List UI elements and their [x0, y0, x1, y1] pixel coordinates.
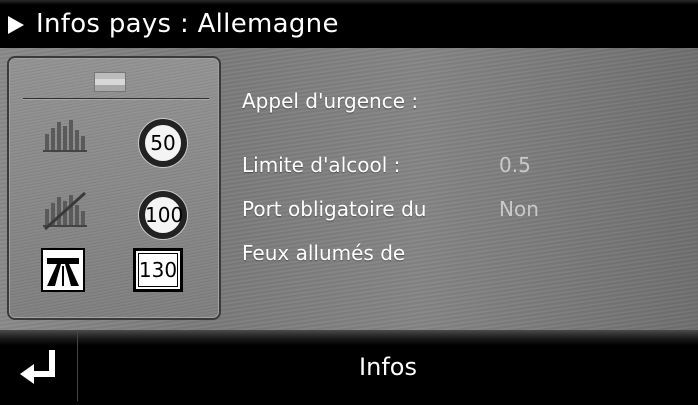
lights-label: Feux allumés de: [242, 241, 406, 265]
panel-divider: [23, 98, 209, 99]
play-triangle-icon: [8, 16, 24, 34]
alcohol-value: 0.5: [499, 153, 531, 177]
mandatory-value: Non: [499, 197, 539, 221]
title-bar: Infos pays : Allemagne: [0, 0, 698, 48]
alcohol-label: Limite d'alcool :: [242, 153, 401, 177]
emergency-label: Appel d'urgence :: [242, 89, 419, 113]
bottom-bar: Infos: [0, 330, 698, 401]
motorway-icon: [41, 248, 85, 292]
motorway-speed-limit-sign: 130: [133, 248, 183, 292]
main-content: 50 100 130 Appel d'urgence: Limite d'al…: [0, 48, 698, 330]
urban-speed-limit-sign: 50: [139, 119, 187, 167]
mandatory-label: Port obligatoire du: [242, 197, 427, 221]
back-button[interactable]: [0, 330, 78, 401]
country-info-panel: 50 100 130: [7, 56, 221, 320]
rural-road-icon: [43, 191, 87, 231]
town-buildings-icon: [43, 120, 87, 152]
page-title: Infos pays : Allemagne: [36, 9, 339, 39]
rural-speed-limit-sign: 100: [139, 191, 187, 239]
footer-title: Infos: [359, 353, 417, 381]
motorway-symbol: [43, 250, 83, 290]
return-arrow-icon: [20, 350, 55, 384]
germany-flag-icon: [94, 72, 126, 92]
